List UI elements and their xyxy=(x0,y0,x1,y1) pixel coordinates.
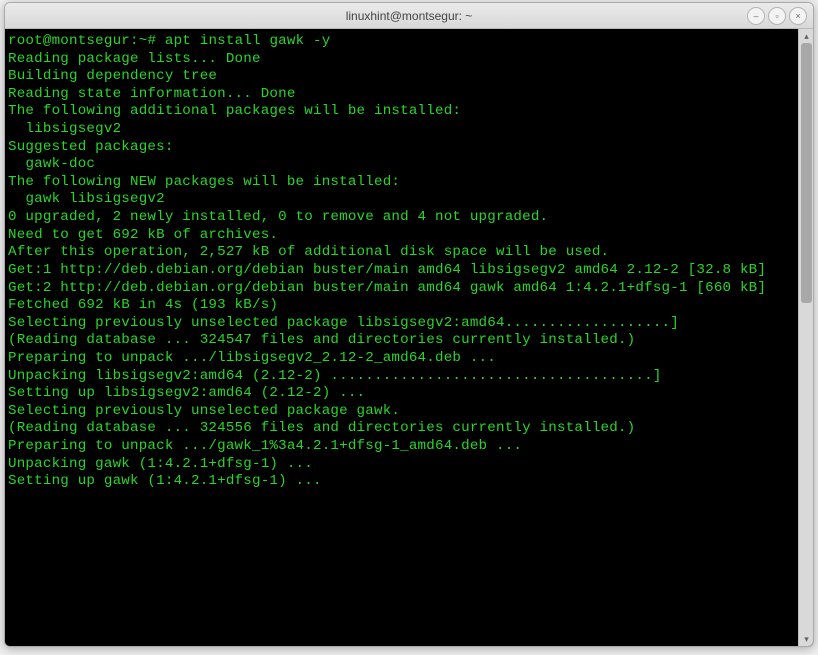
scrollbar[interactable]: ▴ ▾ xyxy=(798,29,813,646)
terminal-window: linuxhint@montsegur: ~ – ▫ × root@montse… xyxy=(4,2,814,647)
maximize-button[interactable]: ▫ xyxy=(768,7,786,25)
scroll-thumb[interactable] xyxy=(801,43,812,303)
titlebar[interactable]: linuxhint@montsegur: ~ – ▫ × xyxy=(5,3,813,29)
terminal-body: root@montsegur:~# apt install gawk -y Re… xyxy=(5,29,813,646)
scroll-down-icon[interactable]: ▾ xyxy=(799,632,814,646)
window-title: linuxhint@montsegur: ~ xyxy=(346,9,473,23)
terminal-output[interactable]: root@montsegur:~# apt install gawk -y Re… xyxy=(5,29,798,646)
minimize-button[interactable]: – xyxy=(747,7,765,25)
window-controls: – ▫ × xyxy=(747,7,807,25)
scroll-up-icon[interactable]: ▴ xyxy=(799,29,814,43)
close-button[interactable]: × xyxy=(789,7,807,25)
